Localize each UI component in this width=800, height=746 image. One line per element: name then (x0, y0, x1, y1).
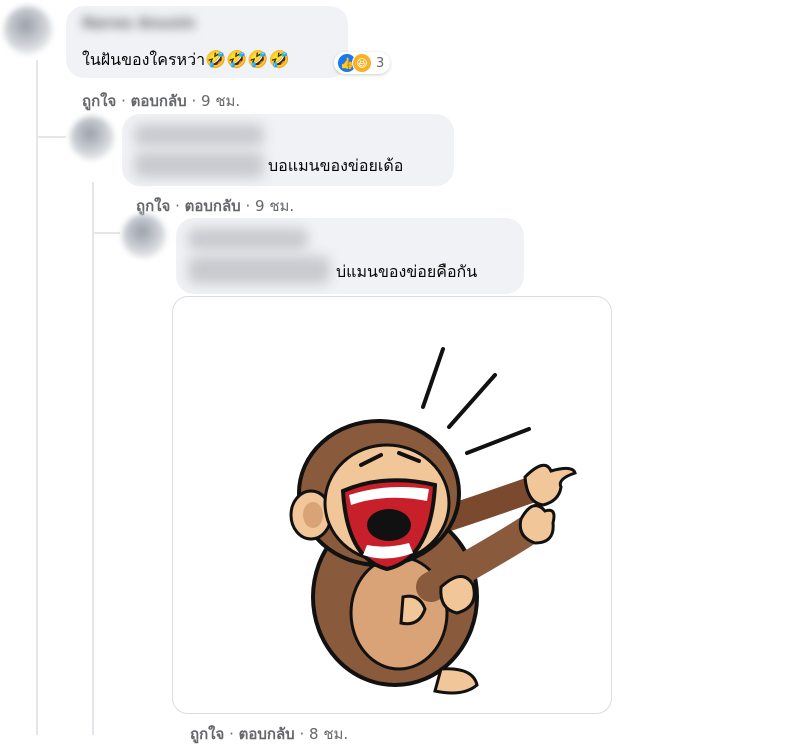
reply-link[interactable]: ตอบกลับ (185, 197, 241, 215)
separator: · (191, 92, 197, 110)
comment-text-body: ในฝันของใครหว่า (82, 50, 206, 69)
motion-lines (421, 347, 531, 455)
comment-actions: ถูกใจ · ตอบกลับ · 8 ชม. (190, 722, 348, 746)
avatar[interactable] (122, 214, 166, 258)
comment-text: บ่แมนของข่อยคือกัน (336, 262, 478, 281)
comment-text: ในฝันของใครหว่า🤣🤣🤣🤣 (82, 48, 290, 73)
comment-author[interactable]: Naree Anusin (82, 14, 195, 32)
separator: · (121, 92, 126, 110)
like-link[interactable]: ถูกใจ (136, 197, 170, 215)
redacted-text (188, 256, 330, 284)
comment-actions: ถูกใจ · ตอบกลับ · 9 ชม. (82, 89, 240, 113)
thread-connector (36, 136, 66, 138)
comment-actions: ถูกใจ · ตอบกลับ · 9 ชม. (136, 194, 294, 218)
separator: · (229, 725, 234, 743)
redacted-author[interactable] (188, 228, 308, 250)
sticker-card[interactable] (172, 296, 612, 714)
avatar[interactable] (70, 116, 114, 160)
thread-connector-nested (92, 232, 120, 234)
laughing-monkey-sticker (289, 347, 577, 695)
separator: · (175, 197, 180, 215)
redacted-text (134, 152, 264, 178)
comment-timestamp[interactable]: 9 ชม. (255, 197, 294, 215)
comment-text: บอแมนของข่อยเด้อ (268, 156, 404, 175)
haha-reaction-icon: 😆 (352, 53, 372, 73)
reply-link[interactable]: ตอบกลับ (239, 725, 295, 743)
comment-timestamp[interactable]: 8 ชม. (309, 725, 348, 743)
comment-timestamp[interactable]: 9 ชม. (201, 92, 240, 110)
redacted-author[interactable] (134, 124, 264, 146)
thread-line (36, 60, 38, 735)
reaction-summary[interactable]: 👍 😆 3 (334, 52, 391, 74)
reply-link[interactable]: ตอบกลับ (131, 92, 187, 110)
like-link[interactable]: ถูกใจ (190, 725, 224, 743)
reaction-count: 3 (376, 55, 385, 71)
comment-emoji: 🤣🤣🤣🤣 (205, 50, 290, 70)
separator: · (299, 725, 305, 743)
like-link[interactable]: ถูกใจ (82, 92, 116, 110)
thread-line-nested (92, 182, 94, 735)
separator: · (245, 197, 251, 215)
avatar[interactable] (4, 6, 52, 54)
